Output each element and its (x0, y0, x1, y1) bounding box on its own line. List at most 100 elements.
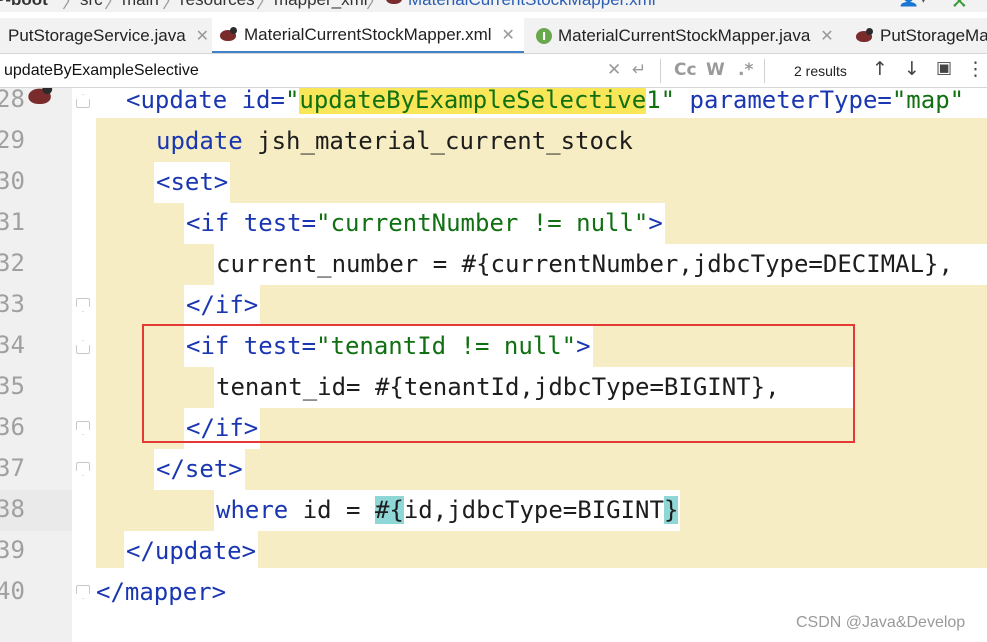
clear-search-icon[interactable]: ✕ (607, 60, 621, 80)
breadcrumb-main[interactable]: main (122, 0, 159, 10)
editor-tab-bar: PutStorageService.java ✕ MaterialCurrent… (0, 18, 987, 54)
tab-putstorageservice-java[interactable]: PutStorageService.java ✕ (0, 18, 210, 53)
watermark: CSDN @Java&Develop (796, 614, 966, 631)
line-number: 39 (0, 536, 25, 564)
line-number: 33 (0, 290, 25, 318)
close-icon[interactable]: ✕ (820, 26, 833, 46)
xml-tag: <if (186, 209, 244, 237)
breadcrumb-separator: 〉 (162, 0, 180, 12)
select-all-occurrences-icon[interactable]: ▣ (936, 58, 952, 78)
build-hammer-icon[interactable]: ⚒ (950, 0, 968, 12)
line-number: 40 (0, 577, 25, 605)
xml-tag: </update> (126, 537, 257, 565)
xml-string: "map" (891, 88, 965, 114)
breadcrumb-separator: 〉 (256, 0, 274, 12)
sql-text: jsh_material_current_stock (242, 127, 633, 155)
close-icon[interactable]: ✕ (196, 26, 209, 46)
fold-toggle[interactable] (76, 421, 90, 435)
line-number: 31 (0, 208, 25, 236)
breadcrumb-project[interactable]: P-boot (0, 0, 48, 10)
breadcrumb-src[interactable]: src (80, 0, 103, 10)
xml-string: 1" (646, 88, 690, 114)
divider (660, 59, 661, 83)
xml-tag: </set> (156, 455, 243, 483)
breadcrumb: P-boot 〉 src 〉 main 〉 resources 〉 mapper… (0, 0, 987, 12)
tab-label: PutStorageMa (880, 26, 987, 45)
mybatis-navigate-icon[interactable] (26, 88, 71, 124)
close-icon[interactable]: ✕ (502, 25, 515, 45)
mybatis-bird-icon (218, 26, 238, 43)
breadcrumb-resources[interactable]: resources (180, 0, 255, 10)
line-number: 37 (0, 454, 25, 482)
mybatis-bird-icon (854, 28, 874, 44)
xml-attr: parameterType= (689, 88, 892, 114)
line-number: 30 (0, 167, 25, 195)
search-results-count: 2 results (794, 63, 847, 79)
xml-attr: id= (241, 88, 285, 114)
tab-label: MaterialCurrentStockMapper.java (558, 26, 811, 45)
sql-keyword: update (156, 127, 243, 155)
tab-materialcurrentstockmapper-xml[interactable]: MaterialCurrentStockMapper.xml ✕ (212, 18, 524, 53)
code-line-29[interactable]: 29 update jsh_material_current_stock (0, 121, 987, 162)
code-line-30[interactable]: 30 <set> (0, 162, 987, 203)
tab-label: MaterialCurrentStockMapper.xml (244, 24, 492, 44)
code-line-33[interactable]: 33 </if> (0, 285, 987, 326)
fold-toggle[interactable] (76, 94, 90, 108)
breadcrumb-separator: 〉 (366, 0, 384, 12)
xml-string: " (284, 88, 300, 114)
tab-label: PutStorageService.java (8, 26, 186, 45)
match-case-toggle[interactable]: Cc (674, 60, 697, 80)
breadcrumb-separator: 〉 (104, 0, 122, 12)
next-occurrence-icon[interactable]: ↓ (904, 58, 920, 80)
line-number: 34 (0, 331, 25, 359)
xml-tag: > (648, 209, 663, 237)
find-bar: ✕ ↵ Cc W .* 2 results ↑ ↓ ▣ ⋮ (0, 55, 987, 88)
breadcrumb-separator: 〉 (62, 0, 80, 12)
sql-keyword: where (216, 496, 289, 524)
annotation-highlight-box (142, 324, 855, 443)
sql-text: id,jdbcType=BIGINT (403, 496, 664, 524)
code-line-39[interactable]: 39 </update> (0, 531, 987, 572)
search-match: updateByExampleSelective (299, 88, 647, 114)
fold-toggle[interactable] (76, 298, 90, 312)
code-line-32[interactable]: 32 current_number = #{currentNumber,jdbc… (0, 244, 987, 285)
code-line-37[interactable]: 37 </set> (0, 449, 987, 490)
xml-tag: </mapper> (96, 578, 227, 606)
previous-occurrence-icon[interactable]: ↑ (872, 58, 888, 80)
xml-tag: </if> (186, 291, 259, 319)
line-number: 29 (0, 126, 25, 154)
code-line-28[interactable]: 28 <update id="updateByExampleSelective1… (0, 88, 987, 121)
code-line-31[interactable]: 31 <if test="currentNumber != null"> (0, 203, 987, 244)
xml-string: "currentNumber != null" (316, 209, 649, 237)
java-interface-icon: I (536, 28, 552, 44)
search-input[interactable] (4, 55, 604, 87)
user-icon[interactable]: 👤▾ (898, 0, 928, 8)
line-number: 36 (0, 413, 25, 441)
line-number: 28 (0, 88, 25, 113)
breadcrumb-file[interactable]: MaterialCurrentStockMapper.xml (408, 0, 656, 10)
divider (764, 59, 765, 83)
tab-materialcurrentstockmapper-java[interactable]: I MaterialCurrentStockMapper.java ✕ (530, 18, 846, 53)
brace-match: #{ (374, 496, 404, 524)
mybatis-bird-icon (384, 0, 404, 6)
sql-text: current_number = #{currentNumber,jdbcTyp… (216, 250, 953, 278)
line-number: 38 (0, 495, 25, 523)
fold-toggle[interactable] (76, 585, 90, 599)
fold-toggle[interactable] (76, 340, 90, 354)
filter-icon[interactable]: ⋮ (966, 58, 985, 80)
xml-tag: <update (126, 88, 242, 114)
fold-toggle[interactable] (76, 462, 90, 476)
sql-text: id = (288, 496, 375, 524)
code-line-38[interactable]: 38 where id = #{id,jdbcType=BIGINT} (0, 490, 987, 531)
tab-putstoragemapper-xml[interactable]: PutStorageMa (852, 18, 987, 53)
code-line-40[interactable]: 40 </mapper> (0, 572, 987, 613)
regex-toggle[interactable]: .* (738, 60, 753, 80)
breadcrumb-mapper-xml[interactable]: mapper_xml (274, 0, 368, 10)
code-editor[interactable]: 28 <update id="updateByExampleSelective1… (0, 88, 987, 642)
line-number: 32 (0, 249, 25, 277)
brace-match: } (663, 496, 679, 524)
whole-words-toggle[interactable]: W (706, 60, 725, 80)
xml-tag: <set> (156, 168, 229, 196)
line-number: 35 (0, 372, 25, 400)
new-line-icon[interactable]: ↵ (632, 60, 646, 80)
